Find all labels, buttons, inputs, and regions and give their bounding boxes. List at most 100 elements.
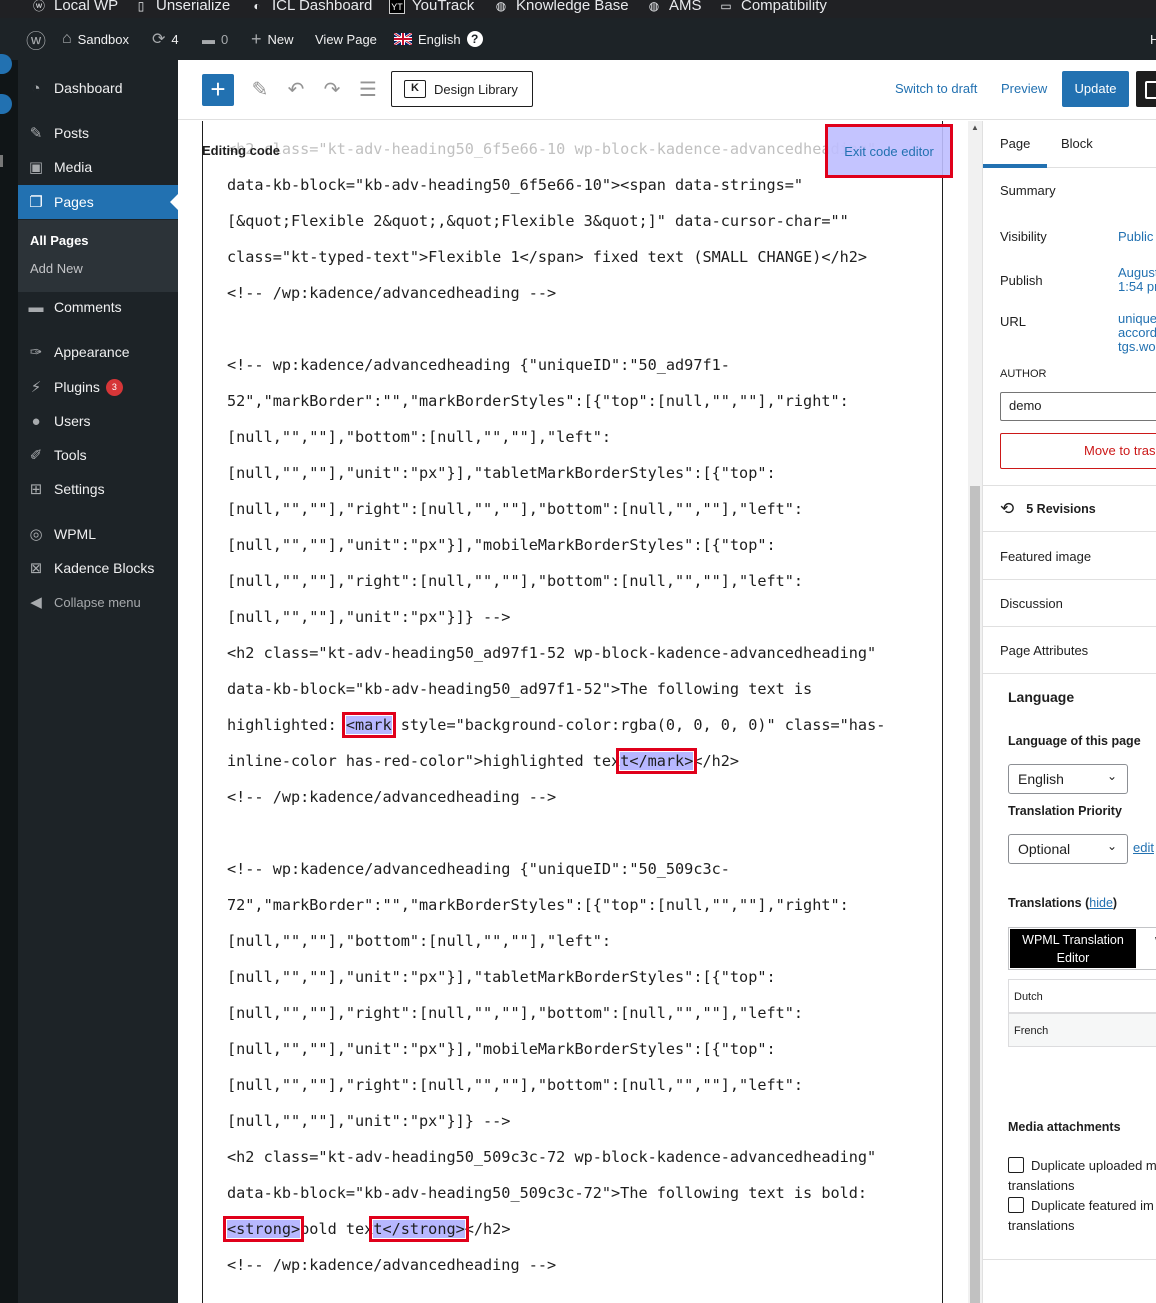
menu-pages[interactable]: ❐ Pages	[18, 185, 178, 219]
plus-icon: +	[251, 28, 262, 49]
scrollbar-thumb[interactable]	[970, 486, 980, 1303]
publish-date[interactable]: August	[1118, 266, 1156, 280]
wp-logo-button[interactable]: ⓦ	[26, 18, 46, 60]
tab-page[interactable]: Page	[1000, 136, 1030, 151]
hide-translations-link[interactable]: hide	[1089, 896, 1113, 910]
tab-block[interactable]: Block	[1061, 136, 1093, 151]
bookmark-ams[interactable]: ◍ AMS	[646, 0, 702, 14]
menu-tools[interactable]: ✐ Tools	[18, 438, 178, 472]
scroll-up-arrow-icon[interactable]: ▲	[971, 123, 979, 132]
page-icon: ▯	[137, 0, 145, 13]
admin-menu: ◔ Dashboard ✎ Posts ▣ Media ❐ Pages All Page…	[18, 60, 178, 1303]
editing-code-label: Editing code	[202, 143, 280, 158]
bookmark-unserialize[interactable]: ▯ Unserialize	[133, 0, 231, 14]
collapse-icon: ◀	[30, 594, 42, 611]
visibility-value[interactable]: Public	[1118, 230, 1153, 244]
document-overview-button[interactable]: ☰	[354, 76, 382, 104]
bookmark-youtrack[interactable]: YT YouTrack	[389, 0, 474, 14]
help-icon[interactable]: ?	[466, 31, 483, 47]
history-icon: ⟲	[1000, 499, 1015, 518]
switch-to-draft-button[interactable]: Switch to draft	[895, 81, 977, 96]
menu-appearance[interactable]: ✑ Appearance	[18, 335, 178, 369]
url-value-line2[interactable]: accord	[1118, 326, 1156, 340]
globe-icon: ◍	[495, 0, 507, 13]
language-switcher[interactable]: English ?	[394, 18, 483, 60]
revisions-link[interactable]: ⟲ 5 Revisions	[1000, 499, 1096, 519]
summary-title: Summary	[1000, 183, 1056, 198]
divider	[983, 626, 1156, 627]
comments-link[interactable]: ▬ 0	[202, 18, 228, 60]
preview-button[interactable]: Preview	[1001, 81, 1047, 96]
menu-wpml[interactable]: ◎ WPML	[18, 517, 178, 551]
block-inserter-button[interactable]: +	[202, 74, 234, 106]
bookmark-local-wp[interactable]: ⓦ Local WP	[31, 0, 118, 14]
menu-settings[interactable]: ⊞ Settings	[18, 472, 178, 506]
discussion-panel[interactable]: Discussion	[1000, 596, 1063, 611]
language-select[interactable]: English ⌄	[1008, 764, 1128, 794]
bookmark-knowledge-base[interactable]: ◍ Knowledge Base	[493, 0, 629, 14]
pages-submenu: All Pages Add New	[18, 220, 178, 292]
author-input[interactable]: demo	[1000, 392, 1156, 421]
pages-icon: ❐	[29, 194, 43, 211]
divider	[983, 531, 1156, 532]
bookmark-icl-dashboard[interactable]: ◐ ICL Dashboard	[249, 0, 372, 14]
kadence-icon: ⊠	[29, 560, 43, 577]
menu-plugins[interactable]: ⚡ Plugins 3	[18, 370, 178, 404]
moon-icon: ◐	[253, 0, 261, 13]
new-content-link[interactable]: + New	[251, 18, 294, 60]
account-link-truncated[interactable]: H	[1150, 18, 1156, 60]
wrench-icon: ✐	[29, 447, 43, 464]
url-value-line1[interactable]: unique	[1118, 312, 1156, 326]
duplicate-featured-checkbox[interactable]	[1008, 1197, 1024, 1213]
settings-toggle-button[interactable]	[1136, 71, 1156, 107]
menu-kadence-blocks[interactable]: ⊠ Kadence Blocks	[18, 551, 178, 585]
move-to-trash-button[interactable]: Move to tras	[1000, 433, 1156, 469]
translations-title: Translations (hide)	[1008, 896, 1118, 910]
submenu-add-new[interactable]: Add New	[30, 261, 83, 276]
undo-button[interactable]: ↶	[282, 76, 310, 104]
menu-posts[interactable]: ✎ Posts	[18, 116, 178, 150]
refresh-icon: ⟳	[152, 31, 166, 48]
globe-icon: ◍	[648, 0, 660, 13]
uk-flag-icon	[394, 33, 412, 45]
submenu-all-pages[interactable]: All Pages	[30, 233, 89, 248]
side-badge-icon[interactable]	[0, 94, 12, 114]
redo-button[interactable]: ↷	[318, 76, 346, 104]
url-label: URL	[1000, 314, 1027, 329]
media-icon: ▣	[28, 159, 44, 176]
menu-users[interactable]: ● Users	[18, 404, 178, 438]
design-library-button[interactable]: K Design Library	[391, 71, 533, 107]
featured-image-panel[interactable]: Featured image	[1000, 549, 1091, 564]
plugins-update-badge: 3	[105, 378, 123, 396]
update-button[interactable]: Update	[1062, 71, 1129, 107]
exit-code-editor-button[interactable]: Exit code editor	[825, 124, 953, 178]
wpml-translation-editor-tab[interactable]: WPML Translation Editor	[1010, 929, 1136, 968]
edit-priority-link[interactable]: edit	[1133, 840, 1154, 855]
menu-collapse[interactable]: ◀ Collapse menu	[18, 585, 178, 619]
editor-scrollbar[interactable]: ▲	[968, 121, 982, 1303]
translation-priority-select[interactable]: Optional ⌄	[1008, 834, 1128, 864]
page-attributes-panel[interactable]: Page Attributes	[1000, 643, 1088, 658]
duplicate-uploaded-label: Duplicate uploaded m	[1031, 1158, 1156, 1173]
translation-row-french[interactable]: French	[1008, 1013, 1156, 1047]
updates-link[interactable]: ⟳ 4	[152, 18, 179, 60]
menu-media[interactable]: ▣ Media	[18, 150, 178, 184]
menu-comments[interactable]: ▬ Comments	[18, 290, 178, 324]
menu-dashboard[interactable]: ◔ Dashboard	[18, 71, 178, 105]
duplicate-uploaded-checkbox[interactable]	[1008, 1157, 1024, 1173]
dashboard-icon: ◔	[31, 79, 41, 97]
chevron-down-icon: ⌄	[1106, 769, 1117, 783]
strong-open-tag-highlight: <strong>	[222, 1216, 305, 1242]
tools-button[interactable]: ✎	[246, 76, 274, 104]
view-page-link[interactable]: View Page	[315, 18, 377, 60]
url-value-line3[interactable]: tgs.wo	[1118, 340, 1156, 354]
site-name-link[interactable]: ⌂ Sandbox	[62, 18, 129, 60]
code-content[interactable]: <h2 class="kt-adv-heading50_6f5e66-10 wp…	[222, 131, 937, 1283]
bookmark-compatibility[interactable]: ▭ Compatibility	[718, 0, 827, 14]
undo-icon: ↶	[287, 79, 305, 101]
wordpress-icon: ⓦ	[32, 0, 45, 13]
media-attachments-title: Media attachments	[1008, 1120, 1121, 1134]
publish-label: Publish	[1000, 273, 1043, 288]
publish-time[interactable]: 1:54 pr	[1118, 280, 1156, 294]
translation-row-dutch[interactable]: Dutch	[1008, 979, 1156, 1013]
